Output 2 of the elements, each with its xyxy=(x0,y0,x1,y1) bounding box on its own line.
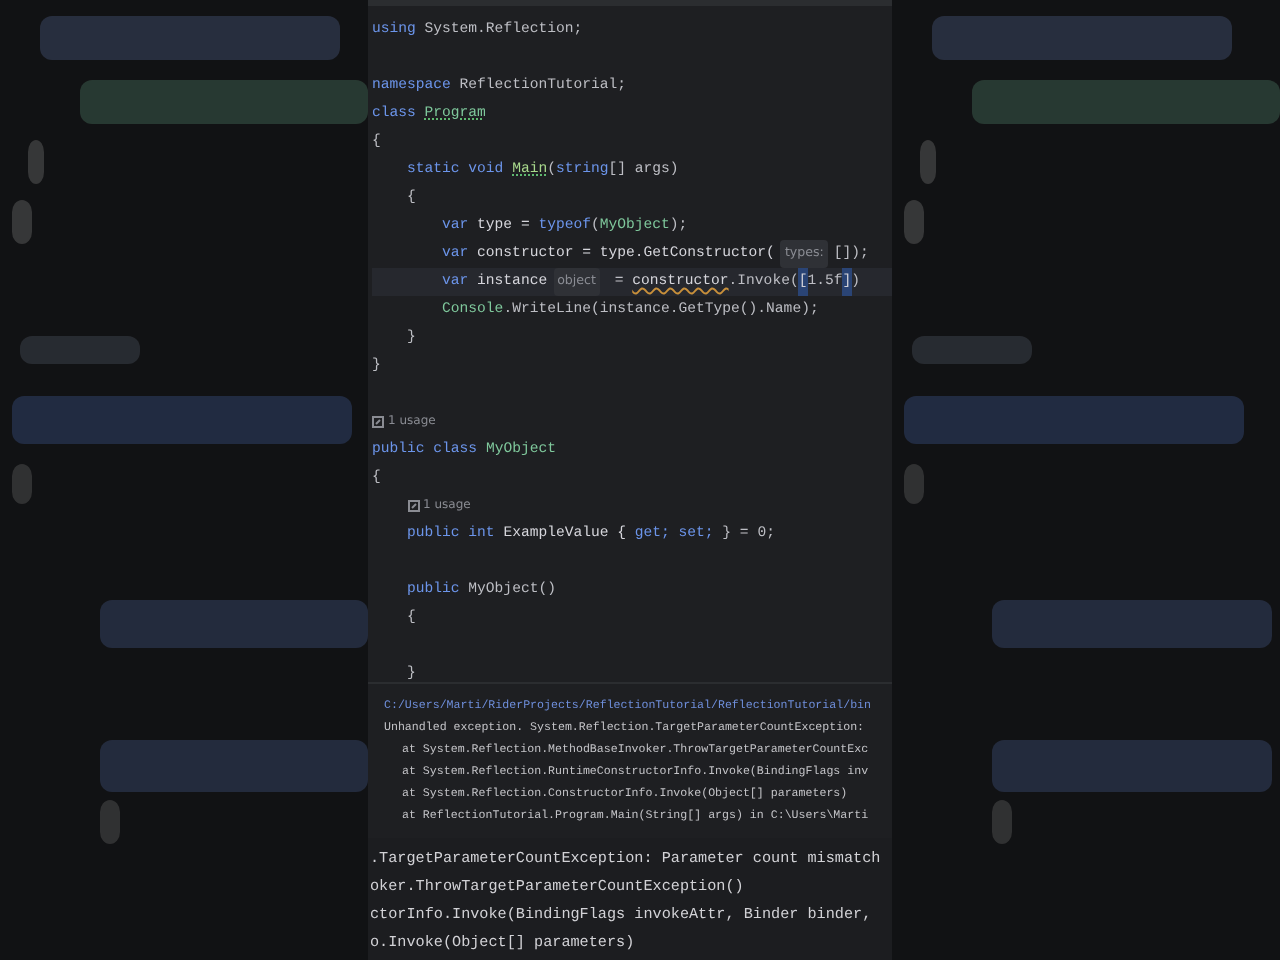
usage-icon xyxy=(372,416,384,428)
usage-icon xyxy=(407,500,420,512)
